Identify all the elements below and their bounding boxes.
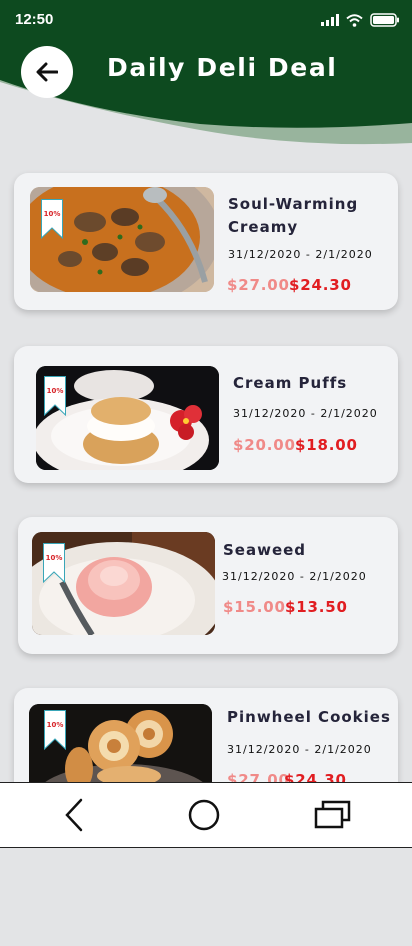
status-time: 12:50 xyxy=(15,11,54,28)
app-header: 12:50 Daily Deli Deal xyxy=(0,0,412,150)
new-price: $24.30 xyxy=(289,276,352,294)
bookmark-icon xyxy=(44,710,66,751)
deal-dates: 31/12/2020 - 2/1/2020 xyxy=(227,743,372,756)
deal-dates: 31/12/2020 - 2/1/2020 xyxy=(222,570,367,583)
deal-name-line: Seaweed xyxy=(223,541,307,559)
discount-label: 10% xyxy=(43,210,61,218)
recent-apps-icon xyxy=(314,800,351,829)
battery-icon xyxy=(370,13,399,27)
bookmark-icon xyxy=(41,199,63,240)
discount-label: 10% xyxy=(45,554,63,562)
wifi-icon xyxy=(346,13,363,27)
nav-recents-button[interactable] xyxy=(273,783,393,847)
deal-name-line: Creamy xyxy=(228,218,299,236)
discount-ribbon: 10% xyxy=(44,710,66,751)
back-chevron-icon xyxy=(65,798,83,832)
bookmark-icon xyxy=(44,376,66,417)
deal-name: Cream Puffs xyxy=(233,372,347,395)
nav-back-button[interactable] xyxy=(14,783,134,847)
deal-dates: 31/12/2020 - 2/1/2020 xyxy=(228,248,373,261)
new-price: $13.50 xyxy=(285,598,348,616)
nav-home-button[interactable] xyxy=(144,783,264,847)
deal-card[interactable]: 10% Soul-Warming Creamy 31/12/2020 - 2/1… xyxy=(14,173,398,310)
deal-name-line: Soul-Warming xyxy=(228,195,359,213)
discount-ribbon: 10% xyxy=(41,199,63,240)
deal-dates: 31/12/2020 - 2/1/2020 xyxy=(233,407,378,420)
old-price: $27.00 xyxy=(227,276,290,294)
arrow-left-icon xyxy=(36,62,58,82)
deal-card[interactable]: 10% Seaweed 31/12/2020 - 2/1/2020 $15.00… xyxy=(18,517,398,654)
new-price: $18.00 xyxy=(295,436,358,454)
discount-ribbon: 10% xyxy=(44,376,66,417)
deal-card[interactable]: 10% Cream Puffs 31/12/2020 - 2/1/2020 $2… xyxy=(14,346,398,483)
old-price: $20.00 xyxy=(233,436,296,454)
old-price: $15.00 xyxy=(223,598,286,616)
back-button[interactable] xyxy=(21,46,73,98)
deal-name-line: Pinwheel Cookies xyxy=(227,708,391,726)
discount-label: 10% xyxy=(46,387,64,395)
status-icons xyxy=(321,13,400,27)
deal-name-line: Cream Puffs xyxy=(233,374,348,392)
deal-name: Seaweed xyxy=(223,539,306,562)
discount-ribbon: 10% xyxy=(43,543,65,584)
bookmark-icon xyxy=(43,543,65,584)
home-circle-icon xyxy=(188,799,220,831)
deal-name: Soul-Warming Creamy xyxy=(228,193,358,239)
discount-label: 10% xyxy=(46,721,64,729)
signal-icon xyxy=(321,14,339,26)
system-nav-bar xyxy=(0,782,412,848)
deal-name: Pinwheel Cookies xyxy=(227,706,391,729)
page-title: Daily Deli Deal xyxy=(107,53,338,82)
